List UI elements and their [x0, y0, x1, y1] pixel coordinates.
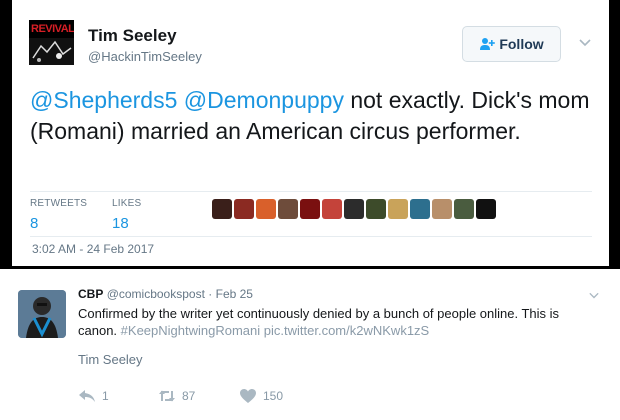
divider [30, 191, 592, 192]
liker-avatar[interactable] [256, 199, 276, 219]
liker-avatar[interactable] [410, 199, 430, 219]
follow-label: Follow [499, 36, 544, 52]
retweets-stat[interactable]: RETWEETS 8 [30, 198, 87, 232]
likes-label: LIKES [112, 198, 142, 209]
avatar[interactable]: REVIVAL [29, 20, 74, 65]
quoted-tweet-text: Confirmed by the writer yet continuously… [78, 305, 600, 339]
tweet-text: @Shepherds5 @Demonpuppy not exactly. Dic… [30, 85, 600, 147]
mention-link[interactable]: @Demonpuppy [184, 87, 344, 113]
tweet-text-part: not exactly. [350, 87, 465, 113]
avatar[interactable] [18, 290, 66, 338]
likes-count: 18 [112, 215, 129, 232]
retweets-label: RETWEETS [30, 198, 88, 209]
main-tweet-card: REVIVAL Tim Seeley @HackinTimSeeley Foll… [12, 0, 609, 266]
reply-icon [79, 390, 95, 402]
liker-avatar[interactable] [212, 199, 232, 219]
liker-avatar[interactable] [454, 199, 474, 219]
liker-avatar[interactable] [366, 199, 386, 219]
avatar-art [18, 290, 66, 338]
user-handle[interactable]: @comicbookspost [107, 287, 205, 301]
chevron-down-icon[interactable] [579, 36, 591, 48]
avatar-art [29, 38, 74, 65]
reply-count: 1 [102, 389, 109, 403]
retweets-count: 8 [30, 215, 39, 232]
display-name[interactable]: CBP [78, 287, 103, 301]
mention-link[interactable]: @Shepherds5 [30, 87, 177, 113]
liker-avatar[interactable] [322, 199, 342, 219]
avatar-logo-text: REVIVAL [31, 23, 74, 35]
liker-avatar[interactable] [388, 199, 408, 219]
tweet-date[interactable]: Feb 25 [216, 287, 253, 301]
quoted-tweet-header: CBP @comicbookspost · Feb 25 [78, 287, 253, 301]
liker-avatar[interactable] [300, 199, 320, 219]
liker-avatar[interactable] [278, 199, 298, 219]
separator: · [208, 287, 213, 301]
follow-button[interactable]: Follow [462, 26, 561, 62]
chevron-down-icon[interactable] [589, 290, 599, 300]
liker-avatar[interactable] [476, 199, 496, 219]
retweet-action[interactable]: 87 [158, 388, 195, 404]
reply-action[interactable]: 1 [78, 388, 109, 404]
retweet-count: 87 [182, 389, 196, 403]
user-handle[interactable]: @HackinTimSeeley [88, 49, 202, 64]
retweet-icon [159, 390, 175, 402]
liker-avatar[interactable] [234, 199, 254, 219]
pic-link[interactable]: pic.twitter.com/k2wNKwk1zS [264, 323, 429, 338]
follow-person-icon [480, 38, 496, 50]
likers-avatars [212, 199, 496, 219]
liker-avatar[interactable] [432, 199, 452, 219]
author-line: Tim Seeley [78, 352, 143, 367]
liker-avatar[interactable] [344, 199, 364, 219]
display-name[interactable]: Tim Seeley [88, 26, 177, 46]
likes-stat[interactable]: LIKES 18 [112, 198, 141, 232]
heart-icon [240, 389, 256, 403]
tweet-timestamp[interactable]: 3:02 AM - 24 Feb 2017 [32, 242, 154, 256]
divider [30, 236, 592, 237]
like-action[interactable]: 150 [239, 388, 283, 404]
hashtag-link[interactable]: #KeepNightwingRomani [121, 323, 260, 338]
like-count: 150 [263, 389, 284, 403]
